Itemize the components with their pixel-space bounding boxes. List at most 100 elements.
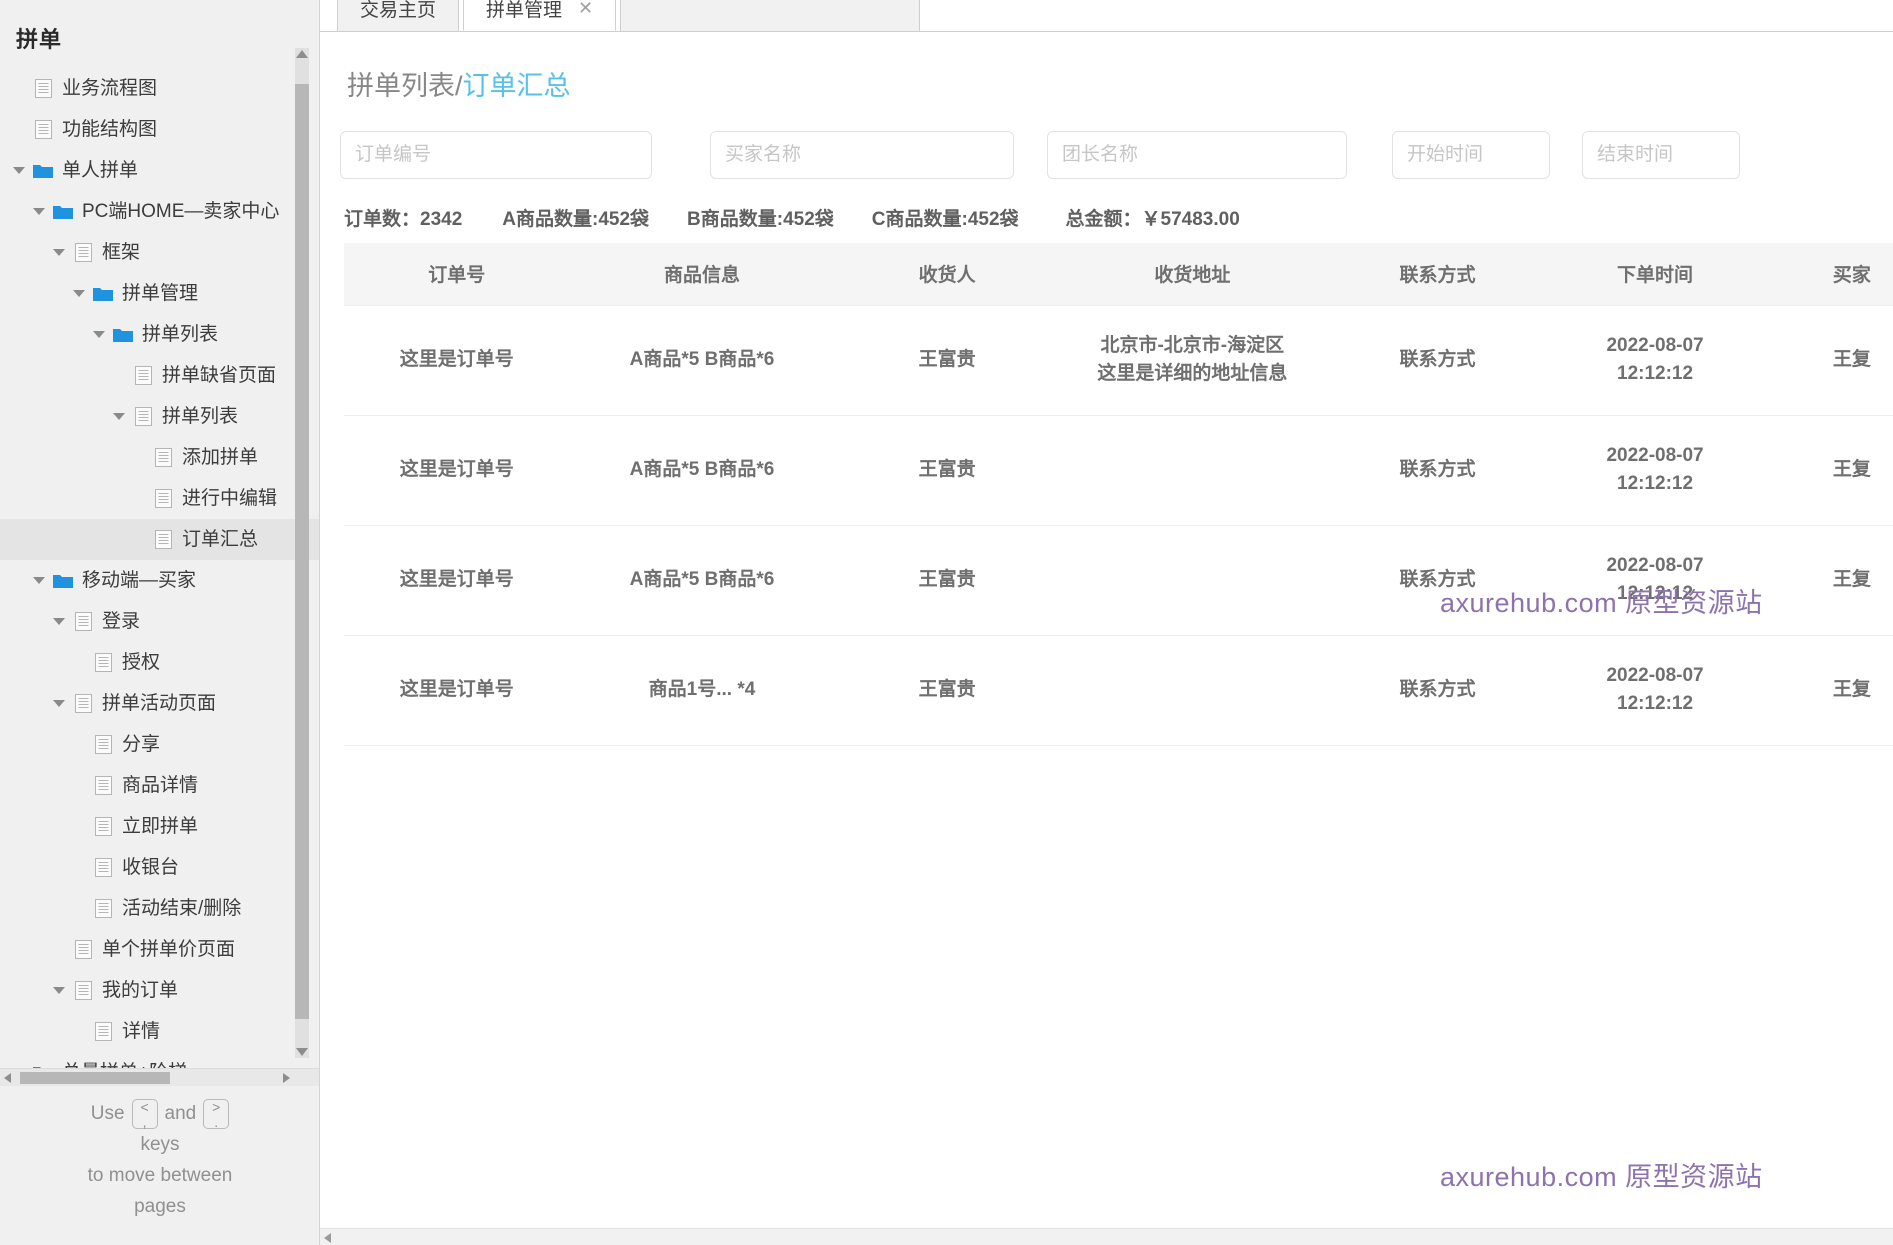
table-header-row: 订单号 商品信息 收货人 收货地址 联系方式 下单时间 买家: [344, 243, 1893, 305]
table-row[interactable]: 这里是订单号 A商品*5 B商品*6 王富贵 联系方式 2022-08-07 12:12:…: [344, 415, 1893, 526]
chevron-down-icon[interactable]: [68, 273, 90, 314]
tree-item-18[interactable]: 立即拼单: [0, 806, 319, 847]
tree-item-1[interactable]: 功能结构图: [0, 109, 319, 150]
cell-goods: A商品*5 B商品*6: [569, 415, 835, 526]
tree-item-15[interactable]: 拼单活动页面: [0, 683, 319, 724]
chevron-down-icon[interactable]: [28, 191, 50, 232]
search-input-buyer-name[interactable]: [710, 131, 1014, 179]
tree-item-4[interactable]: 框架: [0, 232, 319, 273]
scroll-down-icon[interactable]: [296, 1048, 308, 1056]
chevron-down-icon[interactable]: [8, 150, 30, 191]
tree-item-0[interactable]: 业务流程图: [0, 68, 319, 109]
scroll-right-icon[interactable]: [283, 1073, 290, 1083]
hint-use-label: Use: [90, 1103, 125, 1124]
cell-buyer: 王复: [1759, 415, 1893, 526]
tree-horizontal-scroll-thumb[interactable]: [20, 1072, 170, 1084]
chevron-down-icon[interactable]: [48, 232, 70, 273]
tree-item-20[interactable]: 活动结束/删除: [0, 888, 319, 929]
stat-product-b-qty: B商品数量:452袋: [687, 209, 834, 230]
breadcrumb-separator: /: [455, 71, 463, 101]
tree-vertical-scrollbar[interactable]: [295, 48, 309, 1058]
tree-item-16[interactable]: 分享: [0, 724, 319, 765]
tree-item-label: 移动端—买家: [82, 570, 197, 591]
page-tree[interactable]: 业务流程图 功能结构图 单人拼单 PC端HOME—卖家中心 框架 拼单管理 拼单列表 拼单缺省…: [0, 68, 319, 1088]
table-header-cell: 订单号: [344, 243, 570, 305]
chevron-down-icon[interactable]: [48, 970, 70, 1011]
tree-horizontal-scrollbar[interactable]: [0, 1068, 319, 1086]
stat-product-c-qty: C商品数量:452袋: [871, 209, 1019, 230]
tree-vertical-scroll-thumb[interactable]: [295, 84, 309, 1019]
table-header-cell: 买家: [1759, 243, 1893, 305]
page-icon: [30, 68, 56, 109]
tree-item-10[interactable]: 进行中编辑: [0, 478, 319, 519]
tree-item-label: 添加拼单: [182, 447, 259, 468]
main-panel: 交易主页 拼单管理 ✕ 拼单列表/订单汇总 订单数：2342 A商品数量:452袋 …: [320, 0, 1893, 1245]
table-header-cell: 收货人: [834, 243, 1060, 305]
cell-order-no: 这里是订单号: [344, 415, 570, 526]
page-horizontal-scrollbar[interactable]: [320, 1228, 1893, 1245]
tree-item-3[interactable]: PC端HOME—卖家中心: [0, 191, 319, 232]
tree-item-5[interactable]: 拼单管理: [0, 273, 319, 314]
tree-item-21[interactable]: 单个拼单价页面: [0, 929, 319, 970]
chevron-down-icon[interactable]: [48, 601, 70, 642]
close-icon[interactable]: ✕: [578, 0, 593, 19]
tree-item-17[interactable]: 商品详情: [0, 765, 319, 806]
hint-line-4: pages: [134, 1196, 186, 1217]
page-icon: [150, 519, 176, 560]
chevron-down-icon[interactable]: [28, 560, 50, 601]
tree-item-label: 功能结构图: [62, 119, 158, 140]
tree-item-11[interactable]: 订单汇总: [0, 519, 319, 560]
order-clock-time: 12:12:12: [1617, 583, 1694, 604]
tree-item-8[interactable]: 拼单列表: [0, 396, 319, 437]
search-input-leader-name[interactable]: [1047, 131, 1347, 179]
orders-table-head: 订单号 商品信息 收货人 收货地址 联系方式 下单时间 买家: [344, 243, 1893, 305]
stat-total-amount: 总金额：￥57483.00: [1065, 209, 1240, 230]
sidebar: 拼单 业务流程图 功能结构图 单人拼单 PC端HOME—卖家中心 框架 拼单管理 拼单列表拼…: [0, 0, 320, 1245]
tree-item-13[interactable]: 登录: [0, 601, 319, 642]
breadcrumb-parent[interactable]: 拼单列表: [347, 71, 455, 101]
page-icon: [30, 109, 56, 150]
table-row[interactable]: 这里是订单号 A商品*5 B商品*6 王富贵 联系方式 2022-08-07 12:12:…: [344, 525, 1893, 636]
tree-item-label: 收银台: [122, 857, 180, 878]
search-input-order-no[interactable]: [340, 131, 652, 179]
page-icon: [90, 1011, 116, 1052]
page-scroll-left-icon[interactable]: [324, 1233, 331, 1243]
cell-order-time: 2022-08-07 12:12:12: [1550, 635, 1760, 746]
table-row[interactable]: 这里是订单号 A商品*5 B商品*6 王富贵 北京市-北京市-海淀区 这里是详细的地址信…: [344, 304, 1893, 416]
folder-icon: [30, 150, 56, 191]
tab-1[interactable]: 拼单管理 ✕: [463, 0, 617, 31]
tree-item-label: 拼单缺省页面: [162, 365, 277, 386]
tree-item-22[interactable]: 我的订单: [0, 970, 319, 1011]
tree-item-7[interactable]: 拼单缺省页面: [0, 355, 319, 396]
table-row[interactable]: 这里是订单号 商品1号... *4 王富贵 联系方式 2022-08-07 12:12:1…: [344, 635, 1893, 746]
hint-keys-label: keys: [140, 1134, 180, 1155]
tab-0[interactable]: 交易主页: [337, 0, 460, 31]
chevron-down-icon[interactable]: [88, 314, 110, 355]
tree-item-label: 拼单列表: [162, 406, 239, 427]
search-input-start-time[interactable]: [1392, 131, 1550, 179]
scroll-left-icon[interactable]: [4, 1073, 11, 1083]
summary-stats: 订单数：2342 A商品数量:452袋 B商品数量:452袋 C商品数量:452…: [320, 179, 1893, 231]
tree-item-23[interactable]: 详情: [0, 1011, 319, 1052]
tree-item-19[interactable]: 收银台: [0, 847, 319, 888]
search-input-end-time[interactable]: [1582, 131, 1740, 179]
tree-item-12[interactable]: 移动端—买家: [0, 560, 319, 601]
chevron-down-icon[interactable]: [48, 683, 70, 724]
app-root: 拼单 业务流程图 功能结构图 单人拼单 PC端HOME—卖家中心 框架 拼单管理 拼单列表拼…: [0, 0, 1893, 1245]
tree-item-label: 活动结束/删除: [122, 898, 242, 919]
tree-item-9[interactable]: 添加拼单: [0, 437, 319, 478]
chevron-down-icon[interactable]: [108, 396, 130, 437]
breadcrumb-current[interactable]: 订单汇总: [463, 71, 571, 101]
hint-and-label: and: [164, 1103, 197, 1124]
tree-item-6[interactable]: 拼单列表: [0, 314, 319, 355]
scroll-up-icon[interactable]: [296, 50, 308, 58]
cell-consignee: 王富贵: [834, 415, 1060, 526]
folder-icon: [110, 314, 136, 355]
tree-item-2[interactable]: 单人拼单: [0, 150, 319, 191]
page-icon: [70, 683, 96, 724]
tree-item-14[interactable]: 授权: [0, 642, 319, 683]
cell-buyer: 王复: [1759, 304, 1893, 416]
